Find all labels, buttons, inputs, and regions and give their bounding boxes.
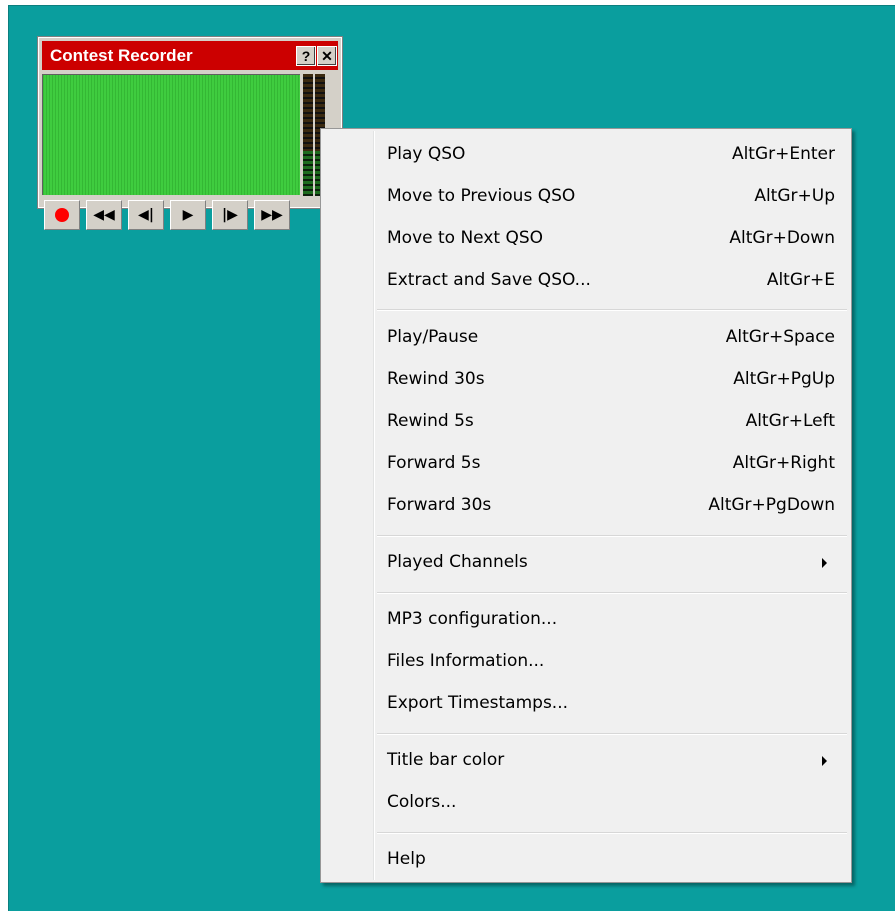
- menu-item-forward-5s[interactable]: Forward 5s AltGr+Right: [323, 444, 849, 484]
- menu-separator: [377, 832, 847, 834]
- help-button[interactable]: ?: [296, 46, 316, 66]
- menu-item-shortcut: AltGr+Left: [745, 411, 835, 431]
- menu-item-export-timestamps[interactable]: Export Timestamps...: [323, 684, 849, 724]
- previous-qso-button[interactable]: ◀◀: [86, 200, 122, 230]
- menu-item-label: Play QSO: [387, 144, 466, 164]
- menu-item-label: Export Timestamps...: [387, 693, 569, 713]
- menu-item-label: MP3 configuration...: [387, 609, 558, 629]
- menu-item-shortcut: AltGr+PgDown: [708, 495, 835, 515]
- forward-icon: |▶: [222, 207, 238, 223]
- menu-item-label: Files Information...: [387, 651, 545, 671]
- menu-item-label: Played Channels: [387, 552, 528, 572]
- skip-back-icon: ◀◀: [93, 207, 115, 223]
- recorder-title-bar[interactable]: Contest Recorder ? ✕: [42, 41, 338, 70]
- menu-item-shortcut: AltGr+Enter: [731, 144, 835, 164]
- menu-item-title-bar-color[interactable]: Title bar color: [323, 741, 849, 781]
- rewind-button[interactable]: ◀|: [128, 200, 164, 230]
- menu-item-label: Move to Next QSO: [387, 228, 544, 248]
- skip-forward-icon: ▶▶: [261, 207, 283, 223]
- close-button[interactable]: ✕: [317, 46, 337, 66]
- menu-item-label: Rewind 5s: [387, 411, 474, 431]
- menu-separator: [377, 309, 847, 311]
- menu-item-colors[interactable]: Colors...: [323, 783, 849, 823]
- play-button[interactable]: ▶: [170, 200, 206, 230]
- context-menu: Play QSO AltGr+Enter Move to Previous QS…: [320, 128, 852, 883]
- menu-item-shortcut: AltGr+E: [766, 270, 835, 290]
- menu-item-mp3-configuration[interactable]: MP3 configuration...: [323, 600, 849, 640]
- menu-item-extract-save-qso[interactable]: Extract and Save QSO... AltGr+E: [323, 261, 849, 301]
- menu-item-label: Play/Pause: [387, 327, 479, 347]
- menu-item-label: Title bar color: [387, 750, 505, 770]
- menu-item-shortcut: AltGr+Up: [754, 186, 835, 206]
- menu-item-rewind-5s[interactable]: Rewind 5s AltGr+Left: [323, 402, 849, 442]
- submenu-arrow-icon: [822, 558, 827, 568]
- waveform-display: [42, 74, 300, 195]
- menu-item-label: Colors...: [387, 792, 457, 812]
- menu-item-shortcut: AltGr+Down: [729, 228, 835, 248]
- rewind-icon: ◀|: [138, 207, 154, 223]
- vu-meter-left: [303, 74, 313, 196]
- menu-item-play-pause[interactable]: Play/Pause AltGr+Space: [323, 318, 849, 358]
- menu-item-previous-qso[interactable]: Move to Previous QSO AltGr+Up: [323, 177, 849, 217]
- menu-item-label: Forward 30s: [387, 495, 492, 515]
- menu-item-label: Forward 5s: [387, 453, 481, 473]
- menu-item-shortcut: AltGr+Space: [725, 327, 835, 347]
- record-button[interactable]: [44, 200, 80, 230]
- menu-item-next-qso[interactable]: Move to Next QSO AltGr+Down: [323, 219, 849, 259]
- menu-item-label: Extract and Save QSO...: [387, 270, 591, 290]
- contest-recorder-window[interactable]: Contest Recorder ? ✕ ◀◀ ◀| ▶ |▶ ▶▶: [37, 36, 343, 230]
- recorder-controls: ◀◀ ◀| ▶ |▶ ▶▶: [42, 198, 338, 230]
- menu-item-label: Help: [387, 849, 426, 869]
- menu-item-rewind-30s[interactable]: Rewind 30s AltGr+PgUp: [323, 360, 849, 400]
- play-icon: ▶: [182, 207, 194, 223]
- menu-item-forward-30s[interactable]: Forward 30s AltGr+PgDown: [323, 486, 849, 526]
- submenu-arrow-icon: [822, 756, 827, 766]
- menu-separator: [377, 535, 847, 537]
- menu-separator: [377, 592, 847, 594]
- menu-item-files-information[interactable]: Files Information...: [323, 642, 849, 682]
- menu-item-label: Rewind 30s: [387, 369, 485, 389]
- menu-item-help[interactable]: Help: [323, 840, 849, 880]
- next-qso-button[interactable]: ▶▶: [254, 200, 290, 230]
- forward-button[interactable]: |▶: [212, 200, 248, 230]
- menu-separator: [377, 733, 847, 735]
- menu-item-shortcut: AltGr+PgUp: [733, 369, 835, 389]
- record-icon: [55, 208, 69, 222]
- menu-item-shortcut: AltGr+Right: [732, 453, 835, 473]
- menu-item-play-qso[interactable]: Play QSO AltGr+Enter: [323, 135, 849, 175]
- menu-item-label: Move to Previous QSO: [387, 186, 576, 206]
- menu-item-played-channels[interactable]: Played Channels: [323, 543, 849, 583]
- recorder-title: Contest Recorder: [50, 46, 193, 65]
